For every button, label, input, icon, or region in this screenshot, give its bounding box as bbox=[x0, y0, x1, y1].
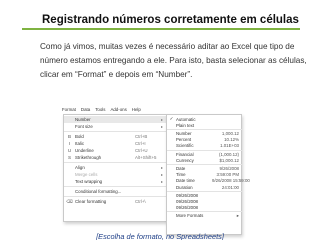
format-menu-item[interactable]: Text wrapping ▸ bbox=[64, 178, 167, 185]
menu-tools[interactable]: Tools bbox=[95, 107, 105, 112]
number-format-label: 09/26/2008 bbox=[176, 205, 198, 211]
figure-caption: [Escolha de formato, no Spreadsheets] bbox=[96, 232, 224, 240]
format-menu-item[interactable]: ⌫ Clear formatting Ctrl+\ bbox=[64, 198, 167, 205]
slide-title: Registrando números corretamente em célu… bbox=[42, 14, 299, 26]
format-item-icon: S bbox=[67, 155, 72, 160]
menubar: Format Data Tools Add-ons Help bbox=[60, 105, 160, 113]
format-item-label: Strikethrough bbox=[75, 155, 102, 160]
menu-format[interactable]: Format bbox=[62, 107, 76, 112]
number-format-label: 09/26/2008 bbox=[176, 192, 198, 198]
format-item-shortcut: Alt+Shift+5 bbox=[135, 155, 157, 160]
number-format-item[interactable]: Scientific 1.01E+03 bbox=[167, 143, 242, 149]
format-item-icon: ⌫ bbox=[66, 198, 73, 204]
format-menu: Number ▸ Font size ▸ B Bold Ctrl+B I Italic Ctrl+… bbox=[63, 114, 167, 222]
number-format-label: 09/26/2008 bbox=[176, 198, 198, 204]
format-item-label: Conditional formatting... bbox=[75, 189, 122, 194]
paragraph-line: clicar em “Format” e depois em “Number”. bbox=[40, 70, 193, 79]
format-item-icon: I bbox=[68, 141, 71, 146]
format-item-icon: B bbox=[67, 134, 72, 139]
number-format-label: Number bbox=[176, 130, 192, 136]
number-format-example: 1.01E+03 bbox=[220, 143, 239, 149]
format-item-shortcut: Ctrl+I bbox=[135, 141, 146, 146]
format-menu-item[interactable]: B Bold Ctrl+B bbox=[64, 133, 167, 140]
title-underline bbox=[22, 28, 300, 30]
format-item-label: Align bbox=[75, 165, 85, 170]
check-icon: ✓ bbox=[169, 116, 174, 122]
number-format-label: Date time bbox=[176, 178, 195, 184]
format-menu-item[interactable]: Conditional formatting... bbox=[64, 188, 167, 195]
number-format-item[interactable]: Plain text bbox=[167, 122, 242, 128]
number-format-example: (1,000.12) bbox=[218, 151, 239, 157]
format-item-label: Bold bbox=[75, 134, 84, 139]
format-menu-item[interactable]: Font size ▸ bbox=[64, 123, 167, 130]
format-menu-item[interactable]: U Underline Ctrl+U bbox=[64, 147, 167, 154]
format-menu-item[interactable]: Merge cells ▸ bbox=[64, 171, 167, 178]
number-format-label: More Formats bbox=[176, 213, 204, 219]
number-format-label: Duration bbox=[176, 184, 193, 190]
format-item-label: Text wrapping bbox=[75, 179, 103, 184]
number-format-label: Currency bbox=[176, 157, 194, 163]
menu-screenshot: Format Data Tools Add-ons Help Number ▸ Fo… bbox=[60, 105, 262, 235]
number-format-example: 9/26/2008 15:59:00 bbox=[212, 178, 250, 184]
paragraph-line: número estamos entregando a ele. Para is… bbox=[40, 56, 307, 65]
format-item-shortcut: Ctrl+U bbox=[135, 148, 148, 153]
format-item-label: Clear formatting bbox=[75, 199, 107, 204]
number-submenu: ✓ Automatic Plain text Number 1,000.12 Percen… bbox=[166, 114, 250, 235]
number-format-item[interactable]: More Formats ▸ bbox=[167, 213, 242, 219]
format-item-icon: U bbox=[67, 148, 72, 153]
format-item-label: Merge cells bbox=[75, 172, 98, 177]
body-paragraph: Como já vimos, muitas vezes é necessário… bbox=[40, 40, 307, 82]
paragraph-line: Como já vimos, muitas vezes é necessário… bbox=[40, 42, 295, 51]
number-format-example: 1,000.12 bbox=[221, 130, 239, 136]
number-format-label: Plain text bbox=[176, 122, 195, 128]
format-item-shortcut: Ctrl+B bbox=[135, 134, 148, 139]
number-format-example: 24:01:00 bbox=[221, 184, 239, 190]
number-format-item[interactable]: Duration 24:01:00 bbox=[167, 184, 242, 190]
format-menu-item[interactable]: S Strikethrough Alt+Shift+5 bbox=[64, 154, 167, 161]
format-item-shortcut: Ctrl+\ bbox=[135, 199, 146, 204]
number-format-item[interactable]: Currency $1,000.12 bbox=[167, 157, 242, 163]
number-format-label: Percent bbox=[176, 137, 192, 143]
number-format-item[interactable]: 09/26/2008 bbox=[167, 205, 242, 211]
number-format-label: Financial bbox=[176, 151, 194, 157]
format-item-label: Underline bbox=[75, 148, 94, 153]
number-format-example: 9/26/2008 bbox=[219, 165, 239, 171]
menu-data[interactable]: Data bbox=[81, 107, 90, 112]
number-format-example: 3:59:00 PM bbox=[216, 172, 239, 178]
number-format-label: Automatic bbox=[176, 116, 196, 122]
menu-separator bbox=[64, 162, 167, 163]
format-item-label: Italic bbox=[75, 141, 85, 146]
format-menu-item[interactable]: Number ▸ bbox=[64, 116, 167, 123]
menu-separator bbox=[64, 131, 167, 132]
number-format-label: Date bbox=[176, 165, 186, 171]
format-menu-item[interactable]: I Italic Ctrl+I bbox=[64, 140, 167, 147]
number-format-label: Scientific bbox=[176, 143, 194, 149]
menu-separator bbox=[64, 196, 167, 197]
format-item-label: Number bbox=[75, 117, 91, 122]
format-item-label: Font size bbox=[75, 124, 93, 129]
menu-help[interactable]: Help bbox=[132, 107, 141, 112]
number-format-example: ▸ bbox=[236, 212, 239, 218]
menu-addons[interactable]: Add-ons bbox=[110, 107, 126, 112]
number-format-example: $1,000.12 bbox=[219, 157, 239, 163]
format-menu-item[interactable]: Align ▸ bbox=[64, 164, 167, 171]
number-format-label: Time bbox=[176, 172, 186, 178]
menu-separator bbox=[64, 186, 167, 187]
number-format-example: 10.12% bbox=[224, 137, 239, 143]
